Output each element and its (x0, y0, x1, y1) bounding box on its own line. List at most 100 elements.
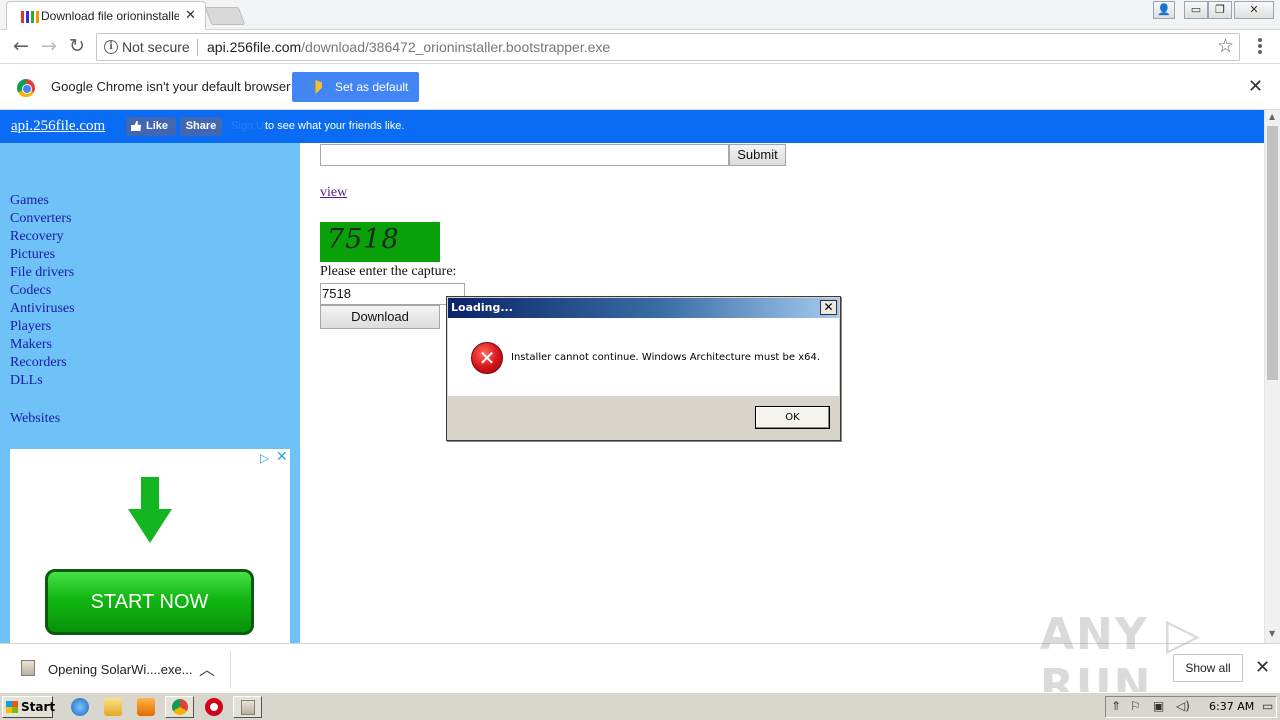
clock[interactable]: 6:37 AM (1209, 700, 1254, 713)
search-input[interactable] (320, 144, 729, 166)
sidebar-item-recovery[interactable]: Recovery (10, 229, 75, 247)
facebook-social-text: to see what your friends like. (265, 120, 405, 132)
back-icon[interactable]: ← (9, 35, 33, 59)
taskbar-chrome[interactable] (165, 696, 194, 718)
chevron-up-icon[interactable]: ︿ (199, 656, 215, 680)
start-label: Start (21, 700, 56, 714)
windows-taskbar: Start ⇑ ⚐ ▣ ◁) 6:37 AM ▭ (0, 692, 1280, 720)
tab-download-file[interactable]: Download file orioninstaller.bootstrappe… (6, 1, 206, 30)
start-button[interactable]: Start (2, 696, 56, 718)
sidebar-item-codecs[interactable]: Codecs (10, 283, 75, 301)
facebook-share-button[interactable]: Share (180, 117, 222, 136)
sidebar-item-antiviruses[interactable]: Antiviruses (10, 301, 75, 319)
address-bar[interactable]: i Not secure api.256file.com/download/38… (96, 33, 1240, 61)
page-scrollbar[interactable]: ▲ ▼ (1264, 110, 1280, 643)
sidebar-item-dlls[interactable]: DLLs (10, 373, 75, 391)
scroll-up-icon[interactable]: ▲ (1269, 112, 1275, 121)
chrome-menu-icon[interactable] (1252, 36, 1268, 56)
arrow-down-icon (128, 477, 172, 543)
show-desktop-icon[interactable]: ▭ (1262, 699, 1273, 713)
sidebar-item-websites[interactable]: Websites (10, 411, 60, 427)
infobar-close-icon[interactable]: ✕ (1248, 76, 1263, 97)
restore-icon[interactable]: ❐ (1208, 1, 1232, 19)
facebook-like-label: Like (146, 120, 169, 132)
captcha-label: Please enter the capture: (320, 264, 457, 279)
dialog-titlebar[interactable]: Loading... ✕ (448, 298, 839, 318)
downloads-bar: Opening SolarWi....exe... ︿ ANY ▷ RUN Sh… (0, 609, 1280, 711)
captcha-input[interactable]: 7518 (320, 283, 465, 305)
adchoices-icon[interactable]: ▷ (260, 451, 269, 465)
dialog-message: Installer cannot continue. Windows Archi… (511, 352, 821, 363)
set-as-default-label: Set as default (335, 80, 409, 94)
download-item-label[interactable]: Opening SolarWi....exe... (48, 662, 193, 677)
dialog-close-button[interactable]: ✕ (820, 300, 837, 315)
chrome-icon (172, 699, 188, 715)
view-link[interactable]: view (320, 185, 347, 201)
sidebar: Games Converters Recovery Pictures File … (0, 143, 300, 643)
captcha-image: 7518 (320, 222, 440, 262)
info-icon[interactable]: i (104, 40, 118, 54)
omnibox-divider (197, 39, 198, 56)
taskbar-installer[interactable] (233, 696, 262, 718)
tray-expand-icon[interactable]: ⇑ (1111, 699, 1121, 713)
error-icon: ✕ (471, 342, 503, 374)
reload-icon[interactable]: ↻ (65, 35, 89, 59)
new-tab-button[interactable] (204, 7, 246, 25)
sidebar-item-pictures[interactable]: Pictures (10, 247, 75, 265)
flag-icon[interactable]: ⚐ (1130, 699, 1141, 713)
url-host: api.256file.com (207, 39, 302, 55)
minimize-icon[interactable]: ▭ (1184, 1, 1208, 19)
media-player-icon[interactable] (137, 698, 155, 716)
dialog-body: ✕ Installer cannot continue. Windows Arc… (448, 318, 839, 396)
downloads-close-icon[interactable]: ✕ (1255, 657, 1270, 678)
thumbs-up-icon (131, 121, 141, 131)
downloads-divider (230, 651, 231, 687)
facebook-like-button[interactable]: Like (126, 117, 176, 136)
user-profile-icon[interactable]: 👤 (1153, 1, 1175, 19)
tab-close-icon[interactable]: ✕ (185, 8, 196, 23)
window-close-icon[interactable]: ✕ (1234, 1, 1274, 19)
advertisement[interactable]: ▷ ✕ START NOW (10, 449, 290, 643)
installer-icon (241, 700, 255, 715)
infobar-message: Google Chrome isn't your default browser (51, 79, 291, 94)
set-as-default-button[interactable]: Set as default (292, 72, 419, 102)
tab-title: Download file orioninstaller.bootstrappe… (41, 9, 179, 23)
opera-icon[interactable] (205, 698, 223, 716)
submit-button[interactable]: Submit (729, 144, 786, 166)
forward-icon[interactable]: → (37, 35, 61, 59)
chrome-logo-icon (17, 79, 35, 97)
internet-explorer-icon[interactable] (71, 698, 89, 716)
download-button[interactable]: Download (320, 305, 440, 329)
volume-icon[interactable]: ◁) (1176, 699, 1190, 713)
url-text[interactable]: api.256file.com/download/386472_orionins… (207, 39, 610, 55)
error-dialog: Loading... ✕ ✕ Installer cannot continue… (446, 296, 841, 441)
dialog-ok-button[interactable]: OK (755, 406, 830, 429)
captcha-code: 7518 (327, 224, 400, 255)
browser-titlebar: Download file orioninstaller.bootstrappe… (0, 0, 1280, 30)
site-header: api.256file.com Like Share Sign Up to se… (0, 110, 1264, 143)
scroll-thumb[interactable] (1267, 126, 1278, 380)
sidebar-item-file-drivers[interactable]: File drivers (10, 265, 75, 283)
url-path: /download/386472_orioninstaller.bootstra… (301, 39, 611, 55)
sidebar-item-games[interactable]: Games (10, 193, 75, 211)
network-icon[interactable]: ▣ (1153, 699, 1164, 713)
show-all-button[interactable]: Show all (1173, 654, 1243, 682)
default-browser-infobar: Google Chrome isn't your default browser… (0, 64, 1280, 110)
ad-close-icon[interactable]: ✕ (276, 449, 288, 465)
sidebar-item-converters[interactable]: Converters (10, 211, 75, 229)
bookmark-star-icon[interactable]: ☆ (1217, 35, 1234, 57)
sidebar-nav: Games Converters Recovery Pictures File … (10, 193, 75, 391)
site-home-link[interactable]: api.256file.com (11, 118, 105, 135)
sidebar-item-players[interactable]: Players (10, 319, 75, 337)
folder-icon[interactable] (104, 698, 122, 716)
site-favicon-icon (21, 9, 39, 25)
sidebar-item-makers[interactable]: Makers (10, 337, 75, 355)
uac-shield-icon (309, 80, 322, 94)
installer-file-icon (21, 660, 35, 676)
dialog-title: Loading... (451, 301, 513, 314)
not-secure-label[interactable]: Not secure (122, 39, 190, 55)
browser-toolbar: ← → ↻ i Not secure api.256file.com/downl… (0, 30, 1280, 64)
start-now-button[interactable]: START NOW (45, 569, 254, 635)
sidebar-item-recorders[interactable]: Recorders (10, 355, 75, 373)
windows-logo-icon (6, 701, 18, 713)
